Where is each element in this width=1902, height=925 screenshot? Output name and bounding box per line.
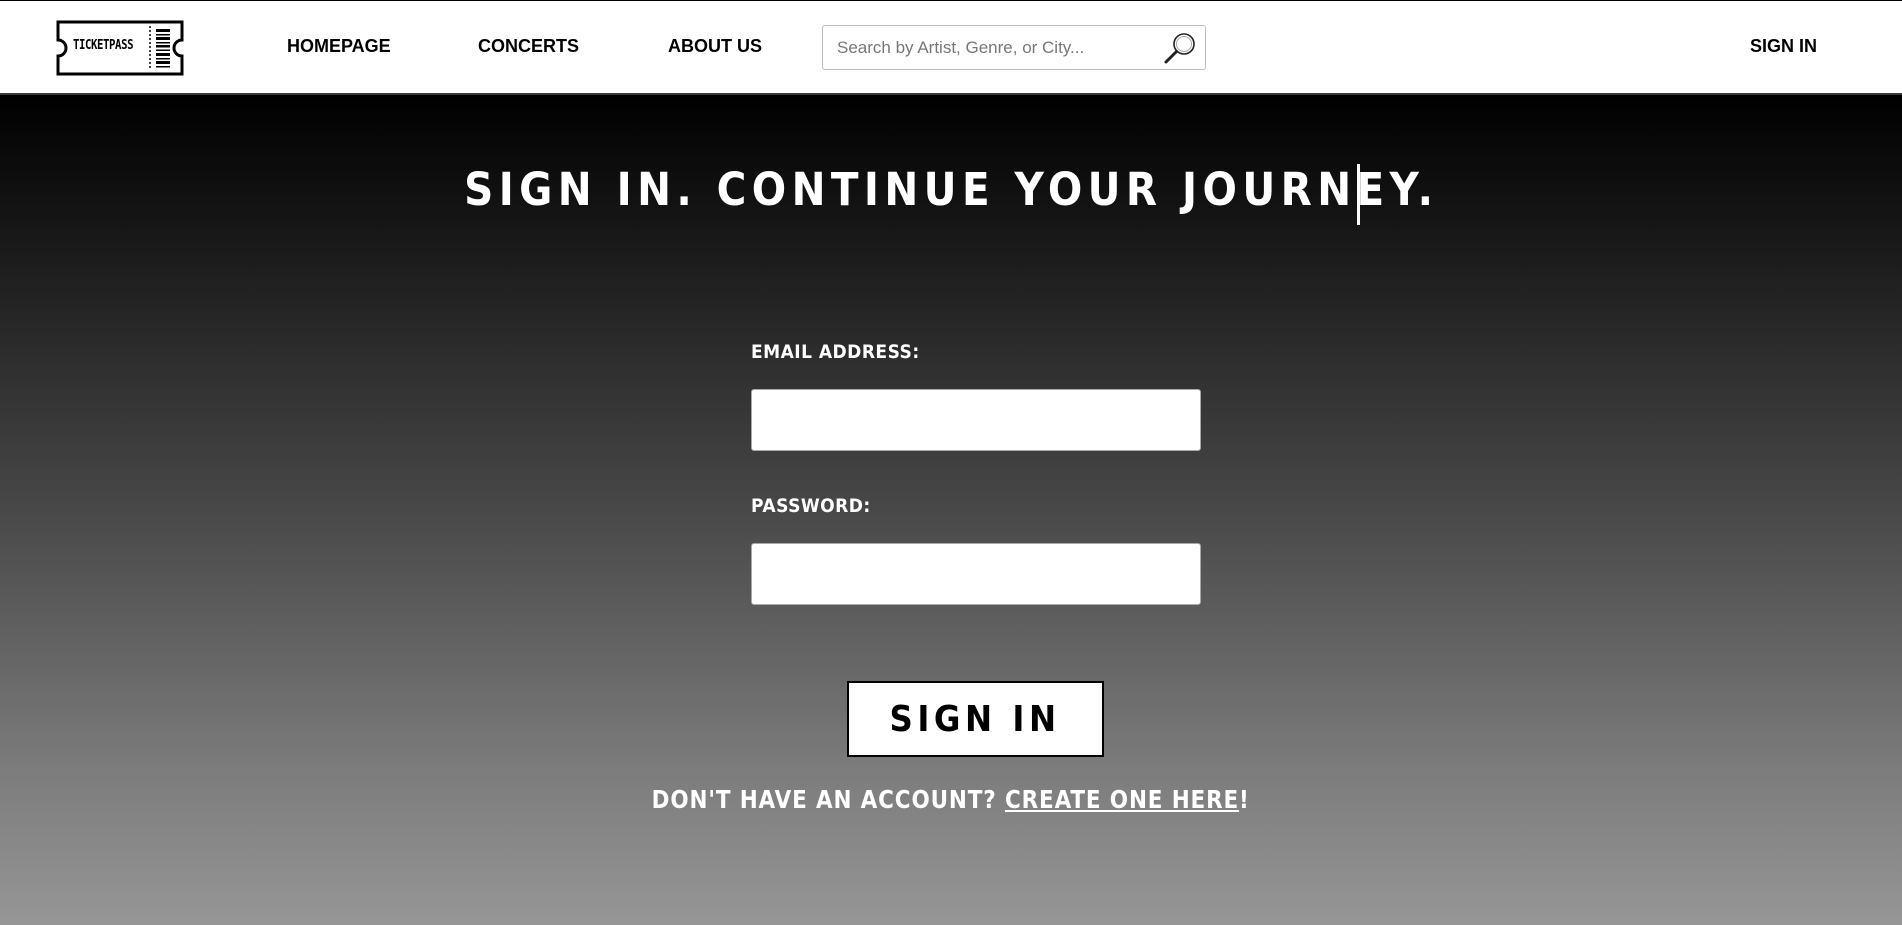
search-icon[interactable] <box>1163 31 1197 65</box>
search-input[interactable] <box>824 27 1144 68</box>
password-field[interactable] <box>751 543 1201 605</box>
nav-concerts-link[interactable]: CONCERTS <box>478 36 579 57</box>
typing-cursor <box>1357 164 1360 225</box>
password-label: PASSWORD: <box>751 495 871 517</box>
page-title: SIGN IN. CONTINUE YOUR JOURNEY. <box>0 160 1902 220</box>
logo-text: TICKETPASS <box>73 38 134 53</box>
nav-sign-in-link[interactable]: SIGN IN <box>1750 36 1817 57</box>
create-account-link[interactable]: CREATE ONE HERE <box>1005 785 1239 814</box>
create-account-prompt-text: DON'T HAVE AN ACCOUNT? CREATE ONE HERE! <box>652 785 1250 814</box>
account-prompt-text: DON'T HAVE AN ACCOUNT? <box>651 785 1006 814</box>
email-field[interactable] <box>751 389 1201 451</box>
email-label: EMAIL ADDRESS: <box>751 341 920 363</box>
nav-homepage-link[interactable]: HOMEPAGE <box>287 36 391 57</box>
nav-about-us-link[interactable]: ABOUT US <box>668 36 762 57</box>
create-account-prompt: DON'T HAVE AN ACCOUNT? CREATE ONE HERE! <box>0 785 1902 814</box>
ticketpass-logo[interactable]: TICKETPASS <box>56 20 184 76</box>
sign-in-button-label: SIGN IN <box>889 698 1062 740</box>
navbar: TICKETPASS HOMEPAGE CONCERTS ABOUT US SI… <box>0 1 1902 95</box>
account-prompt-suffix: ! <box>1239 785 1251 814</box>
sign-in-button[interactable]: SIGN IN <box>847 681 1104 757</box>
page-title-text: SIGN IN. CONTINUE YOUR JOURNEY. <box>463 163 1439 216</box>
search-bar <box>822 25 1206 70</box>
